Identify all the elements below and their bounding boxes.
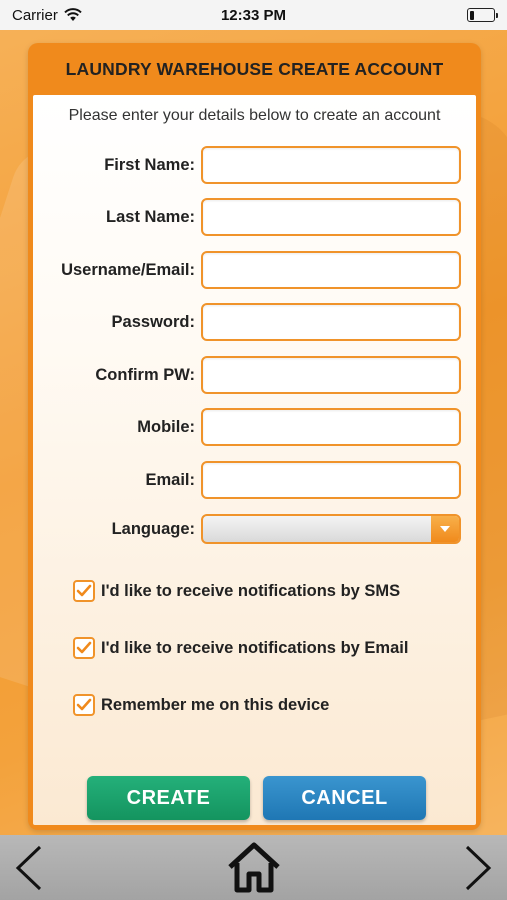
password-label: Password: [111,312,195,331]
home-icon[interactable] [226,841,282,893]
checkmark-icon [76,698,92,711]
email-notification-option[interactable]: I'd like to receive notifications by Ema… [73,637,408,659]
chevron-down-icon [440,526,450,532]
language-label: Language: [111,519,195,538]
confirm-password-label: Confirm PW: [95,365,195,384]
last-name-label: Last Name: [106,207,195,226]
email-option-label: I'd like to receive notifications by Ema… [101,638,409,657]
mobile-label: Mobile: [137,417,195,436]
language-select[interactable] [201,514,461,544]
bottom-nav-bar [0,835,507,900]
mobile-row: Mobile: [33,407,476,447]
cancel-button[interactable]: CANCEL [263,776,426,820]
sms-notification-option[interactable]: I'd like to receive notifications by SMS [73,580,400,602]
password-field[interactable] [201,303,461,341]
username-row: Username/Email: [33,250,476,290]
chevron-left-icon[interactable] [12,845,44,891]
checkmark-icon [76,641,92,654]
remember-me-checkbox[interactable] [73,694,95,716]
confirm-password-field[interactable] [201,356,461,394]
battery-icon [467,8,498,22]
remember-me-label: Remember me on this device [101,695,330,714]
confirm-password-row: Confirm PW: [33,355,476,395]
language-row: Language: [33,509,476,549]
sms-checkbox[interactable] [73,580,95,602]
first-name-row: First Name: [33,145,476,185]
last-name-row: Last Name: [33,197,476,237]
form-intro: Please enter your details below to creat… [68,107,441,124]
remember-me-option[interactable]: Remember me on this device [73,694,329,716]
email-label: Email: [145,470,195,489]
clock: 12:33 PM [220,6,287,24]
username-field[interactable] [201,251,461,289]
email-field[interactable] [201,461,461,499]
last-name-field[interactable] [201,198,461,236]
create-account-card: LAUNDRY WAREHOUSE CREATE ACCOUNT Please … [28,43,481,830]
username-label: Username/Email: [61,260,195,279]
password-row: Password: [33,302,476,342]
form-body: Please enter your details below to creat… [33,95,476,825]
email-checkbox[interactable] [73,637,95,659]
create-button[interactable]: CREATE [87,776,250,820]
status-bar: Carrier 12:33 PM [0,0,507,30]
dropdown-button[interactable] [431,516,459,542]
chevron-right-icon[interactable] [463,845,495,891]
mobile-field[interactable] [201,408,461,446]
checkmark-icon [76,584,92,597]
page-title: LAUNDRY WAREHOUSE CREATE ACCOUNT [65,58,444,79]
email-row: Email: [33,460,476,500]
sms-option-label: I'd like to receive notifications by SMS [101,581,401,600]
first-name-field[interactable] [201,146,461,184]
first-name-label: First Name: [104,155,195,174]
